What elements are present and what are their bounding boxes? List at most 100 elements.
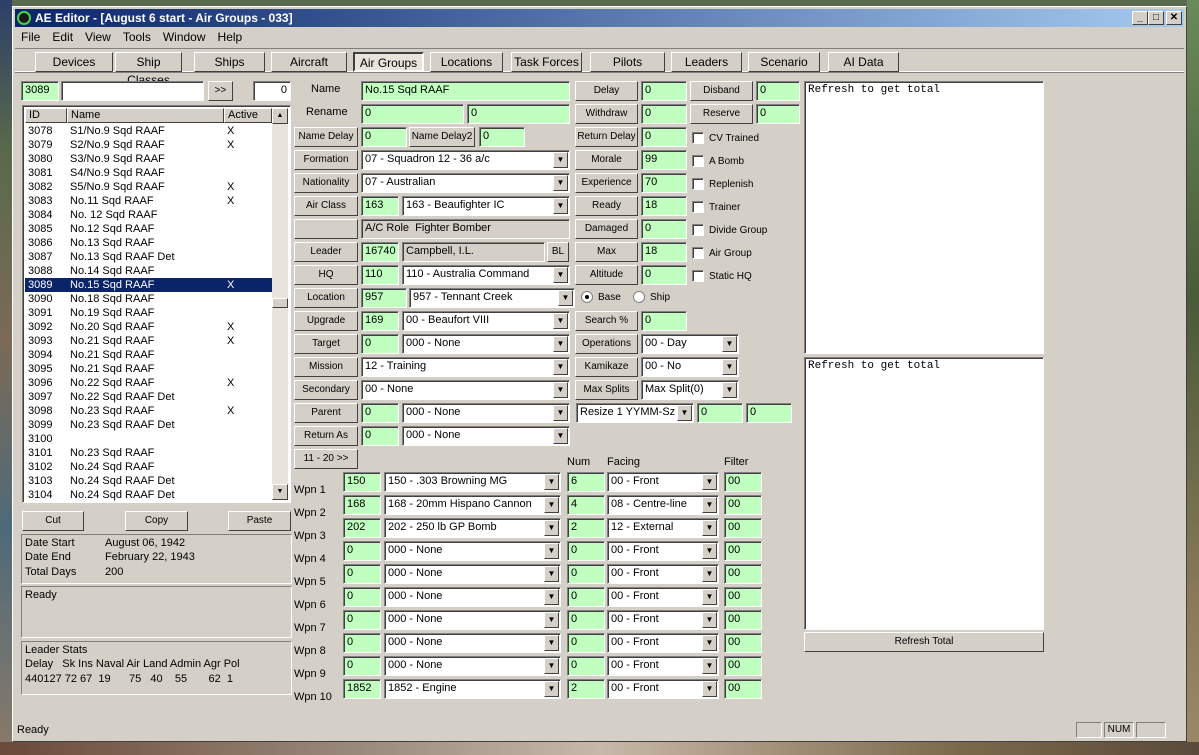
max-field[interactable]: 18 xyxy=(641,242,687,262)
weapon-facing-select[interactable]: 00 - Front ▼ xyxy=(607,564,719,584)
search-percent-button[interactable]: Search % xyxy=(575,311,638,331)
static-hq-checkbox[interactable]: Static HQ xyxy=(692,270,752,282)
return-delay-button[interactable]: Return Delay xyxy=(575,127,638,147)
weapon-filter-field[interactable]: 00 xyxy=(724,564,762,584)
list-row[interactable]: 3105No.24 Sqd RAAF xyxy=(25,502,272,503)
disband-field[interactable]: 0 xyxy=(756,81,800,101)
weapon-id-field[interactable]: 1852 xyxy=(343,679,381,699)
search-go-button[interactable]: >> xyxy=(208,81,233,101)
weapon-id-field[interactable]: 0 xyxy=(343,541,381,561)
chevron-down-icon[interactable]: ▼ xyxy=(544,497,559,513)
chevron-down-icon[interactable]: ▼ xyxy=(553,152,568,168)
weapon-filter-field[interactable]: 00 xyxy=(724,495,762,515)
ready-button[interactable]: Ready xyxy=(575,196,638,216)
list-row[interactable]: 3080 S3/No.9 Sqd RAAF xyxy=(25,152,272,166)
weapon-select[interactable]: 000 - None ▼ xyxy=(384,587,561,607)
name-delay-field[interactable]: 0 xyxy=(361,127,407,147)
maximize-button[interactable]: □ xyxy=(1148,11,1164,25)
list-row[interactable]: 3079 S2/No.9 Sqd RAAF X xyxy=(25,138,272,152)
weapon-filter-field[interactable]: 00 xyxy=(724,518,762,538)
list-row[interactable]: 3094 No.21 Sqd RAAF xyxy=(25,348,272,362)
weapon-id-field[interactable]: 0 xyxy=(343,564,381,584)
column-header-active[interactable]: Active xyxy=(224,108,272,123)
resize-select[interactable]: Resize 1 YYMM-Sz ▼ xyxy=(576,403,694,423)
chevron-down-icon[interactable]: ▼ xyxy=(702,658,717,674)
list-row[interactable]: 3101 No.23 Sqd RAAF xyxy=(25,446,272,460)
list-row[interactable]: 3092 No.20 Sqd RAAF X xyxy=(25,320,272,334)
location-select[interactable]: 957 - Tennant Creek ▼ xyxy=(409,288,575,308)
weapon-num-field[interactable]: 4 xyxy=(567,495,605,515)
list-row[interactable]: 3098 No.23 Sqd RAAF X xyxy=(25,404,272,418)
bl-button[interactable]: BL xyxy=(547,242,569,262)
weapon-id-field[interactable]: 0 xyxy=(343,587,381,607)
nav-scenario-button[interactable]: Scenario xyxy=(748,52,820,72)
search-text-field[interactable] xyxy=(61,81,204,101)
list-row[interactable]: 3096 No.22 Sqd RAAF X xyxy=(25,376,272,390)
list-row[interactable]: 3085 No.12 Sqd RAAF xyxy=(25,222,272,236)
list-row[interactable]: 3081 S4/No.9 Sqd RAAF xyxy=(25,166,272,180)
minimize-button[interactable]: _ xyxy=(1132,11,1148,25)
max-splits-select[interactable]: Max Split(0) ▼ xyxy=(641,380,739,400)
nav-leaders-button[interactable]: Leaders xyxy=(671,52,742,72)
weapon-select[interactable]: 000 - None ▼ xyxy=(384,633,561,653)
totals-text-2[interactable]: Refresh to get total xyxy=(804,357,1044,630)
list-row[interactable]: 3097 No.22 Sqd RAAF Det xyxy=(25,390,272,404)
chevron-down-icon[interactable]: ▼ xyxy=(553,428,568,444)
formation-button[interactable]: Formation xyxy=(294,150,358,170)
target-id-field[interactable]: 0 xyxy=(361,334,399,354)
weapon-select[interactable]: 150 - .303 Browning MG ▼ xyxy=(384,472,561,492)
hq-id-field[interactable]: 110 xyxy=(361,265,399,285)
name-delay-button[interactable]: Name Delay xyxy=(294,127,358,147)
chevron-down-icon[interactable]: ▼ xyxy=(553,313,568,329)
list-row[interactable]: 3086 No.13 Sqd RAAF xyxy=(25,236,272,250)
totals-text-1[interactable]: Refresh to get total xyxy=(804,81,1044,354)
location-id-field[interactable]: 957 xyxy=(361,288,407,308)
cv-trained-checkbox[interactable]: CV Trained xyxy=(692,132,759,144)
name-delay2-field[interactable]: 0 xyxy=(479,127,525,147)
max-splits-button[interactable]: Max Splits xyxy=(575,380,638,400)
weapon-id-field[interactable]: 0 xyxy=(343,656,381,676)
list-row[interactable]: 3091 No.19 Sqd RAAF xyxy=(25,306,272,320)
chevron-down-icon[interactable]: ▼ xyxy=(553,405,568,421)
weapon-select[interactable]: 000 - None ▼ xyxy=(384,656,561,676)
chevron-down-icon[interactable]: ▼ xyxy=(553,359,568,375)
replenish-checkbox[interactable]: Replenish xyxy=(692,178,753,190)
scroll-thumb[interactable] xyxy=(272,298,288,308)
nav-locations-button[interactable]: Locations xyxy=(430,52,503,72)
rename-field-2[interactable]: 0 xyxy=(467,104,570,124)
rename-field-1[interactable]: 0 xyxy=(361,104,464,124)
return-delay-field[interactable]: 0 xyxy=(641,127,687,147)
menu-view[interactable]: View xyxy=(79,30,117,44)
nav-task-forces-button[interactable]: Task Forces xyxy=(511,52,582,72)
weapon-select[interactable]: 000 - None ▼ xyxy=(384,610,561,630)
location-button[interactable]: Location xyxy=(294,288,358,308)
weapon-filter-field[interactable]: 00 xyxy=(724,587,762,607)
weapon-id-field[interactable]: 150 xyxy=(343,472,381,492)
weapon-facing-select[interactable]: 00 - Front ▼ xyxy=(607,610,719,630)
chevron-down-icon[interactable]: ▼ xyxy=(702,681,717,697)
hq-select[interactable]: 110 - Australia Command ▼ xyxy=(402,265,570,285)
weapon-select[interactable]: 1852 - Engine ▼ xyxy=(384,679,561,699)
kamikaze-button[interactable]: Kamikaze xyxy=(575,357,638,377)
weapon-facing-select[interactable]: 08 - Centre-line ▼ xyxy=(607,495,719,515)
mission-button[interactable]: Mission xyxy=(294,357,358,377)
weapon-id-field[interactable]: 0 xyxy=(343,610,381,630)
withdraw-button[interactable]: Withdraw xyxy=(575,104,638,124)
air-class-id-field[interactable]: 163 xyxy=(361,196,399,216)
chevron-down-icon[interactable]: ▼ xyxy=(544,681,559,697)
resize-field-a[interactable]: 0 xyxy=(697,403,743,423)
weapon-facing-select[interactable]: 12 - External ▼ xyxy=(607,518,719,538)
chevron-down-icon[interactable]: ▼ xyxy=(702,635,717,651)
chevron-down-icon[interactable]: ▼ xyxy=(544,543,559,559)
chevron-down-icon[interactable]: ▼ xyxy=(544,566,559,582)
list-row[interactable]: 3089 No.15 Sqd RAAF X xyxy=(25,278,272,292)
weapon-facing-select[interactable]: 00 - Front ▼ xyxy=(607,541,719,561)
delay-button[interactable]: Delay xyxy=(575,81,638,101)
weapon-filter-field[interactable]: 00 xyxy=(724,656,762,676)
list-row[interactable]: 3093 No.21 Sqd RAAF X xyxy=(25,334,272,348)
disband-button[interactable]: Disband xyxy=(690,81,753,101)
target-select[interactable]: 000 - None ▼ xyxy=(402,334,570,354)
list-scrollbar[interactable]: ▲ ▼ xyxy=(272,108,288,500)
altitude-button[interactable]: Altitude xyxy=(575,265,638,285)
return-as-select[interactable]: 000 - None ▼ xyxy=(402,426,570,446)
